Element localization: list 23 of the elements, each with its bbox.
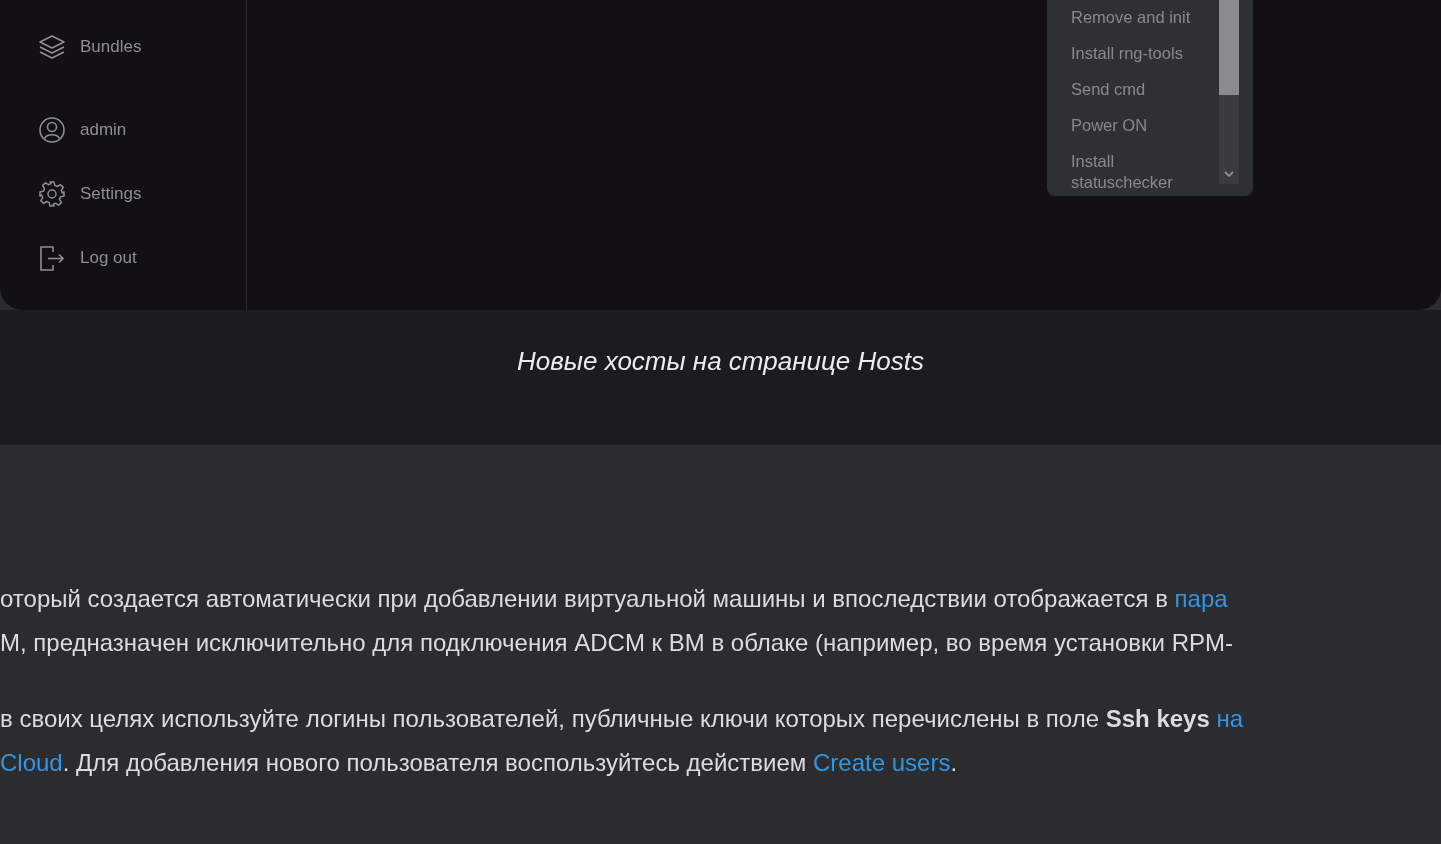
sidebar-item[interactable]: Settings bbox=[0, 177, 246, 211]
menu-item[interactable]: Install statuschecker bbox=[1071, 144, 1219, 201]
figure-caption: Новые хосты на странице Hosts bbox=[517, 346, 924, 377]
paragraph-line: в своих целях используйте логины пользователей, публичные ключи которых перечислены в поле Ssh keys на bbox=[0, 704, 1245, 734]
settings-icon bbox=[38, 180, 66, 208]
menu-item[interactable]: Send cmd bbox=[1071, 72, 1219, 108]
sidebar-item[interactable]: admin bbox=[0, 113, 246, 147]
scrollbar[interactable] bbox=[1219, 0, 1239, 184]
sidebar-item[interactable]: Bundles bbox=[0, 30, 246, 64]
layers-icon bbox=[38, 33, 66, 61]
paragraph-line: оторый создается автоматически при добавлении виртуальной машины и впоследствии отображается в пара bbox=[0, 584, 1229, 614]
menu-item[interactable]: Remove and init bbox=[1071, 0, 1219, 36]
link[interactable]: Create users bbox=[813, 749, 951, 776]
link[interactable]: на bbox=[1216, 705, 1244, 732]
paragraph-line: Cloud. Для добавления нового пользователя воспользуйтесь действием Create users. bbox=[0, 748, 959, 778]
link[interactable]: Cloud bbox=[0, 749, 63, 776]
link[interactable]: пара bbox=[1174, 585, 1228, 612]
user-icon bbox=[38, 116, 66, 144]
logout-icon bbox=[38, 244, 66, 272]
sidebar-item[interactable]: Log out bbox=[0, 241, 246, 275]
menu-item[interactable]: Power ON bbox=[1071, 108, 1219, 144]
menu-item[interactable]: Install rng-tools bbox=[1071, 36, 1219, 72]
paragraph-line: М, предназначен исключительно для подключения ADCM к ВМ в облаке (например, во время установки RPM- bbox=[0, 628, 1234, 658]
